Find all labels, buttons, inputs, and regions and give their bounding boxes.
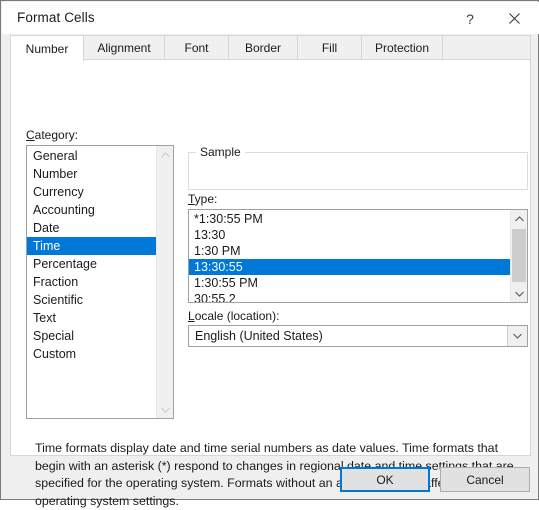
title-bar: Format Cells ?	[2, 2, 539, 34]
category-list-items: General Number Currency Accounting Date …	[27, 146, 156, 418]
category-listbox[interactable]: General Number Currency Accounting Date …	[26, 145, 174, 419]
help-icon[interactable]: ?	[448, 3, 492, 34]
scroll-up-icon[interactable]	[511, 210, 527, 227]
tab-fill[interactable]: Fill	[298, 36, 362, 60]
format-cells-dialog: Format Cells ? Number Alignment Font Bor…	[0, 0, 539, 508]
sample-label: Sample	[196, 145, 245, 159]
list-item[interactable]: Special	[27, 327, 156, 345]
tab-number[interactable]: Number	[11, 36, 84, 61]
list-item[interactable]: Percentage	[27, 255, 156, 273]
scroll-up-icon[interactable]	[157, 146, 173, 163]
list-item[interactable]: Custom	[27, 345, 156, 363]
type-scrollbar[interactable]	[510, 210, 527, 302]
close-icon[interactable]	[492, 3, 536, 34]
type-label-rest: ype:	[194, 192, 218, 206]
list-item[interactable]: Scientific	[27, 291, 156, 309]
list-item-selected[interactable]: Time	[27, 237, 156, 255]
list-item[interactable]: General	[27, 147, 156, 165]
ok-button[interactable]: OK	[340, 467, 430, 492]
type-label: Type:	[188, 192, 218, 206]
scroll-down-icon[interactable]	[157, 401, 173, 418]
list-item[interactable]: 13:30	[189, 227, 510, 243]
list-item[interactable]: 1:30 PM	[189, 243, 510, 259]
locale-combobox[interactable]: English (United States)	[188, 325, 528, 347]
scroll-down-icon[interactable]	[511, 285, 527, 302]
tab-protection[interactable]: Protection	[362, 36, 443, 60]
dialog-title: Format Cells	[17, 10, 95, 25]
list-item[interactable]: Fraction	[27, 273, 156, 291]
scroll-thumb[interactable]	[512, 229, 526, 282]
list-item[interactable]: 30:55.2	[189, 291, 510, 302]
list-item[interactable]: Date	[27, 219, 156, 237]
list-item[interactable]: Number	[27, 165, 156, 183]
cancel-button[interactable]: Cancel	[440, 467, 530, 492]
list-item[interactable]: Text	[27, 309, 156, 327]
tab-strip-filler	[443, 36, 530, 60]
tab-font[interactable]: Font	[165, 36, 229, 60]
locale-label: Locale (location):	[188, 309, 280, 323]
category-label-rest: ategory:	[34, 128, 79, 142]
type-listbox[interactable]: *1:30:55 PM 13:30 1:30 PM 13:30:55 1:30:…	[188, 209, 528, 303]
tab-strip: Number Alignment Font Border Fill Protec…	[10, 35, 531, 61]
list-item[interactable]: *1:30:55 PM	[189, 211, 510, 227]
category-scrollbar[interactable]	[156, 146, 173, 418]
locale-value: English (United States)	[195, 329, 323, 343]
list-item[interactable]: Accounting	[27, 201, 156, 219]
locale-label-rest: ocale (location):	[194, 309, 280, 323]
list-item-selected[interactable]: 13:30:55	[189, 259, 510, 275]
list-item[interactable]: Currency	[27, 183, 156, 201]
type-list-items: *1:30:55 PM 13:30 1:30 PM 13:30:55 1:30:…	[189, 210, 510, 302]
number-tab-panel: Category: General Number Currency Accoun…	[10, 59, 531, 508]
chevron-down-icon[interactable]	[507, 326, 527, 346]
list-item[interactable]: 1:30:55 PM	[189, 275, 510, 291]
tab-border[interactable]: Border	[229, 36, 298, 60]
tab-alignment[interactable]: Alignment	[84, 36, 165, 60]
category-label: Category:	[26, 128, 79, 142]
